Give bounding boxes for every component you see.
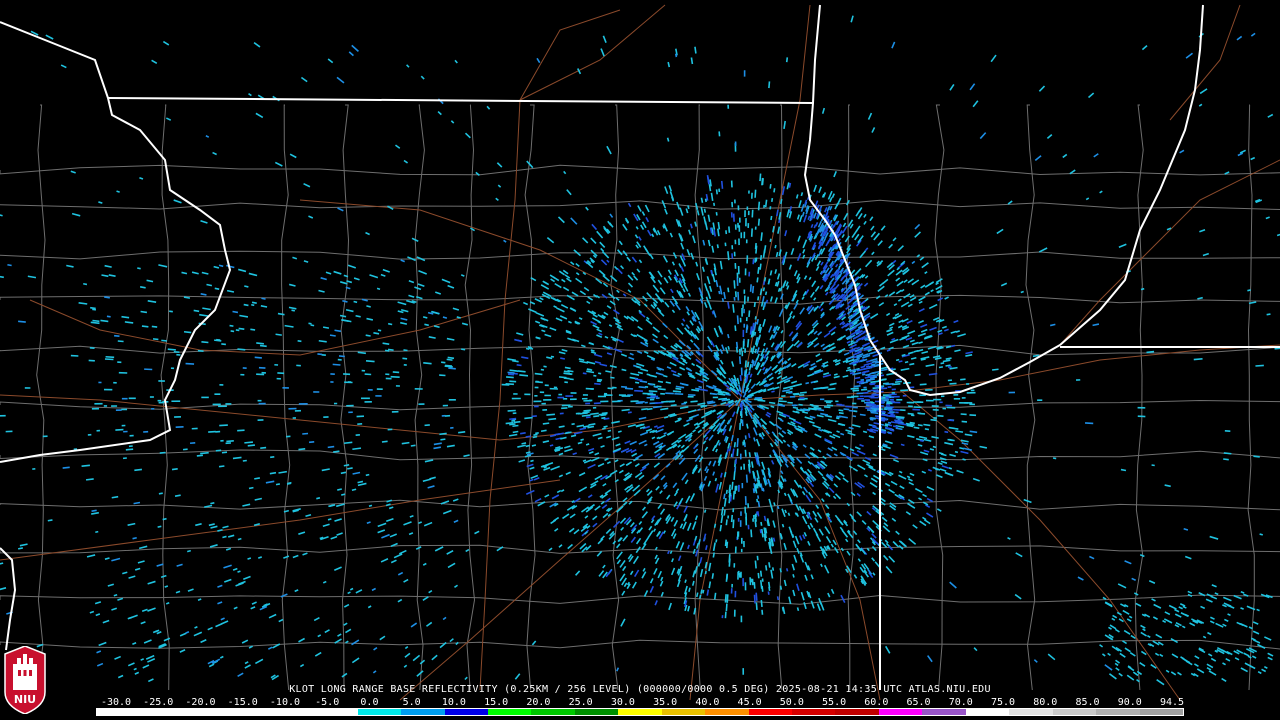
- colorbar-segment: [531, 709, 575, 715]
- scale-label: -15.0: [227, 697, 258, 708]
- scale-label: -30.0: [100, 697, 132, 708]
- scale-label: 70.0: [948, 697, 973, 708]
- scale-label: 65.0: [906, 697, 931, 708]
- colorbar-segment: [357, 709, 402, 715]
- scale-label: -10.0: [269, 697, 301, 708]
- colorbar-segment: [1009, 709, 1053, 715]
- scale-label: 35.0: [653, 697, 678, 708]
- colorbar-segment: [140, 709, 184, 715]
- colorbar-segment: [314, 709, 358, 715]
- colorbar-segment: [227, 709, 271, 715]
- colorbar-segment: [1096, 709, 1140, 715]
- niu-logo: NIU: [4, 646, 46, 714]
- scale-label: 50.0: [779, 697, 804, 708]
- colorbar-segment: [1052, 709, 1097, 715]
- logo-text: NIU: [14, 693, 36, 706]
- scale-label: 25.0: [568, 697, 593, 708]
- scale-label: 94.5: [1159, 697, 1185, 708]
- colorbar-segment: [878, 709, 923, 715]
- scale-label: 80.0: [1033, 697, 1058, 708]
- colorbar-segment: [444, 709, 488, 715]
- scale-label: 10.0: [441, 697, 466, 708]
- colorbar-segment: [748, 709, 792, 715]
- scale-label: -25.0: [143, 697, 174, 708]
- scale-label: 15.0: [484, 697, 509, 708]
- scale-label: -20.0: [185, 697, 216, 708]
- scale-label: 5.0: [402, 697, 421, 708]
- reflectivity-colorbar: [96, 708, 1184, 716]
- scale-label: 30.0: [610, 697, 635, 708]
- scale-label: -5.0: [315, 697, 340, 708]
- colorbar-segment: [401, 709, 445, 715]
- colorbar-segment: [835, 709, 879, 715]
- colorbar-segment: [1139, 709, 1183, 715]
- colorbar-segment: [661, 709, 706, 715]
- scale-label: 20.0: [526, 697, 551, 708]
- scale-label: 0.0: [360, 697, 379, 708]
- radar-map: [0, 0, 1280, 720]
- colorbar-segment: [922, 709, 966, 715]
- colorbar-segment: [965, 709, 1010, 715]
- reflectivity-scale-labels: -30.0 -25.0 -20.0 -15.0 -10.0 -5.0 0.0 5.0 10.0 1…: [94, 697, 1194, 708]
- scale-label: 85.0: [1075, 697, 1100, 708]
- colorbar-segment: [792, 709, 836, 715]
- colorbar-segment: [97, 709, 141, 715]
- colorbar-segment: [705, 709, 749, 715]
- colorbar-segment: [574, 709, 619, 715]
- scale-label: 55.0: [822, 697, 847, 708]
- colorbar-segment: [270, 709, 315, 715]
- scale-label: 40.0: [695, 697, 720, 708]
- colorbar-segment: [487, 709, 532, 715]
- scale-label: 60.0: [864, 697, 889, 708]
- scale-label: 75.0: [990, 697, 1016, 708]
- colorbar-segment: [183, 709, 228, 715]
- scale-label: 90.0: [1117, 697, 1142, 708]
- product-caption: KLOT LONG RANGE BASE REFLECTIVITY (0.25K…: [289, 684, 991, 695]
- scale-label: 45.0: [737, 697, 762, 708]
- colorbar-segment: [618, 709, 662, 715]
